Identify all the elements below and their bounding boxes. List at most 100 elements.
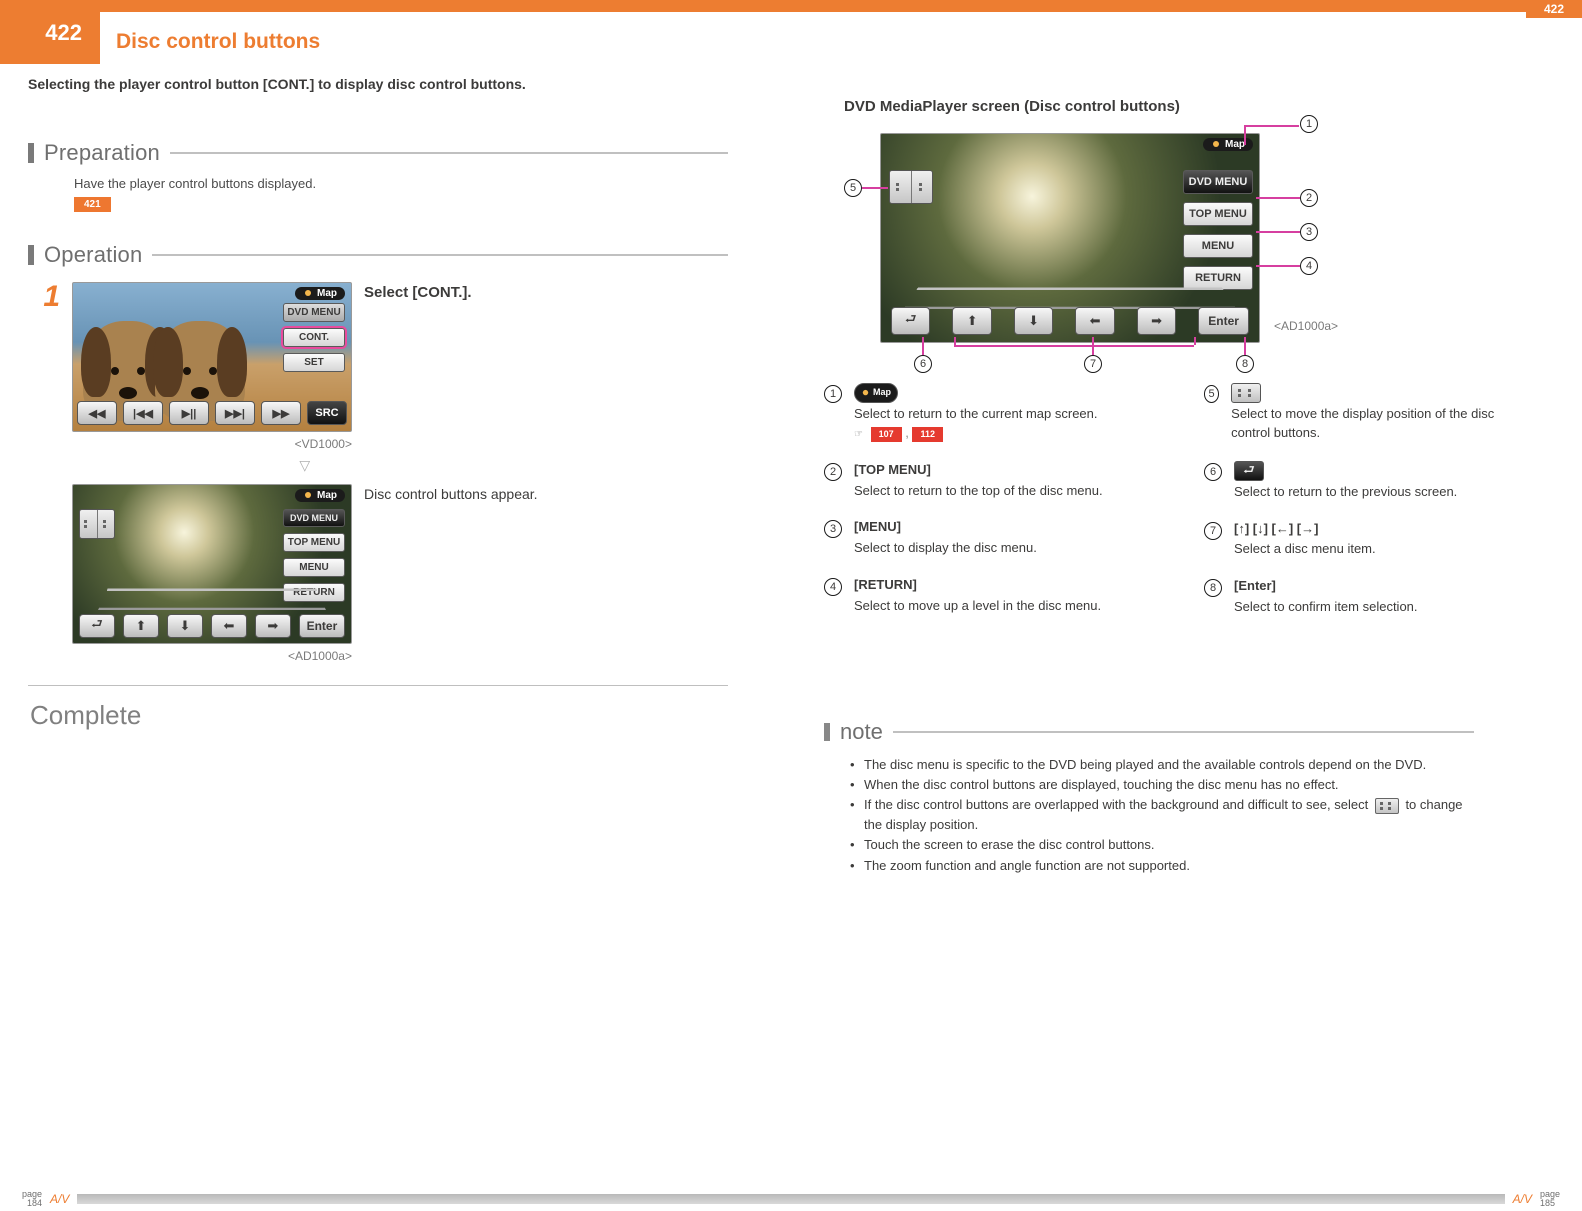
legend-num-3: 3 [824,520,842,538]
rewind-button[interactable]: ◀◀ [77,401,117,425]
pin-icon [303,491,313,501]
legend-7-head: [↑] [↓] [←] [→] [1234,520,1318,539]
legend-1-ref-a: 107 [871,427,902,442]
legend-4-head: [RETURN] [854,576,917,595]
step-number: 1 [28,282,60,312]
callout-1: 1 [1300,115,1318,133]
src-button[interactable]: SRC [307,401,347,425]
legend-num-5: 5 [1204,385,1219,403]
intro-text: Selecting the player control button [CON… [0,64,1582,92]
map-button[interactable]: Map [295,287,345,300]
legend-1-desc: Select to return to the current map scre… [854,406,1098,421]
prev-track-button[interactable]: |◀◀ [123,401,163,425]
footer: page 184 A/V A/V page 185 [0,1187,1582,1211]
note-title: note [840,719,883,745]
move-position-button[interactable] [79,509,115,539]
page-number-box: 422 [0,12,100,64]
callout-6: 6 [914,355,932,373]
callout-2: 2 [1300,189,1318,207]
legend-4-desc: Select to move up a level in the disc me… [854,598,1101,613]
grid-left-icon [83,518,95,530]
grid-icon [1236,387,1256,399]
dvd-menu-button[interactable]: DVD MENU [1183,170,1253,194]
callout-4: 4 [1300,257,1318,275]
footer-right-page-num: 185 [1540,1199,1560,1208]
preparation-title: Preparation [44,140,160,166]
cross-ref-icon: ☞ [854,429,863,440]
enter-button[interactable]: Enter [299,614,345,638]
menu-button[interactable]: MENU [1183,234,1253,258]
dvd-menu-button[interactable]: DVD MENU [283,303,345,322]
arrow-down-button[interactable]: ⬇ [1014,307,1053,335]
menu-button[interactable]: MENU [283,558,345,577]
right-subtitle: DVD MediaPlayer screen (Disc control but… [844,98,1528,115]
complete-label: Complete [28,700,728,731]
dvd-menu-button[interactable]: DVD MENU [283,509,345,527]
next-track-button[interactable]: ▶▶| [215,401,255,425]
note-item: When the disc control buttons are displa… [850,775,1474,795]
ffwd-button[interactable]: ▶▶ [261,401,301,425]
cont-button[interactable]: CONT. [283,328,345,347]
legend-7-desc: Select a disc menu item. [1234,541,1376,556]
legend-num-1: 1 [824,385,842,403]
top-right-tab: 422 [1526,0,1582,18]
pin-icon [861,389,870,398]
legend-num-6: 6 [1204,463,1222,481]
result-text: Disc control buttons appear. [364,486,538,502]
diagram-ref: <AD1000a> [1274,319,1338,333]
step-instruction: Select [CONT.]. [364,284,538,301]
pin-icon [303,289,313,299]
arrow-up-button[interactable]: ⬆ [952,307,991,335]
legend-6-desc: Select to return to the previous screen. [1234,484,1457,499]
header-row: 422 Disc control buttons [0,12,1582,64]
diagram: Map DVD MENU TOP MENU MENU RETURN ⮐ ⬆ ⬇ [844,133,1364,343]
screenshot-player-cont: Map DVD MENU CONT. SET ◀◀ [72,282,352,432]
move-position-icon [1231,383,1261,403]
legend-8-head: [Enter] [1234,577,1276,596]
legend-num-8: 8 [1204,579,1222,597]
arrow-left-button[interactable]: ⬅ [1075,307,1114,335]
arrow-down-icon: ▽ [72,457,538,474]
return-button[interactable]: RETURN [1183,266,1253,290]
top-menu-button[interactable]: TOP MENU [283,533,345,552]
note-list: The disc menu is specific to the DVD bei… [824,755,1474,876]
callout-8: 8 [1236,355,1254,373]
preparation-heading: Preparation [28,140,728,166]
note-item-3a: If the disc control buttons are overlapp… [864,797,1368,812]
back-button[interactable]: ⮐ [79,614,115,638]
grid-right-icon [100,518,112,530]
arrow-left-button[interactable]: ⬅ [211,614,247,638]
map-button[interactable]: Map [295,489,345,502]
enter-button[interactable]: Enter [1198,307,1249,335]
arrow-right-button[interactable]: ➡ [1137,307,1176,335]
page-title: Disc control buttons [100,22,320,54]
callout-7: 7 [1084,355,1102,373]
screenshot-diagram: Map DVD MENU TOP MENU MENU RETURN ⮐ ⬆ ⬇ [880,133,1260,343]
top-menu-button[interactable]: TOP MENU [1183,202,1253,226]
footer-left-page-num: 184 [22,1199,42,1208]
back-icon: ⮐ [1234,461,1264,481]
screenshot2-ref: <AD1000a> [288,649,352,663]
arrow-up-button[interactable]: ⬆ [123,614,159,638]
legend-3-desc: Select to display the disc menu. [854,540,1037,555]
legend-1-ref-b: 112 [912,427,943,442]
grid-icon [1379,801,1395,811]
grid-right-icon [916,181,928,193]
footer-left-av: A/V [42,1192,77,1206]
play-pause-button[interactable]: ▶|| [169,401,209,425]
legend-2-head: [TOP MENU] [854,461,931,480]
move-position-icon [1375,798,1399,814]
note-heading: note [824,719,1474,745]
arrow-right-button[interactable]: ➡ [255,614,291,638]
set-button[interactable]: SET [283,353,345,372]
arrow-down-button[interactable]: ⬇ [167,614,203,638]
preparation-ref-badge: 421 [74,197,111,212]
note-item: If the disc control buttons are overlapp… [850,795,1474,835]
map-icon: Map [854,383,898,403]
legend-5-desc: Select to move the display position of t… [1231,406,1494,440]
legend-num-7: 7 [1204,522,1222,540]
move-position-button[interactable] [889,170,933,204]
back-button[interactable]: ⮐ [891,307,930,335]
note-item: The zoom function and angle function are… [850,856,1474,876]
grid-left-icon [895,181,907,193]
